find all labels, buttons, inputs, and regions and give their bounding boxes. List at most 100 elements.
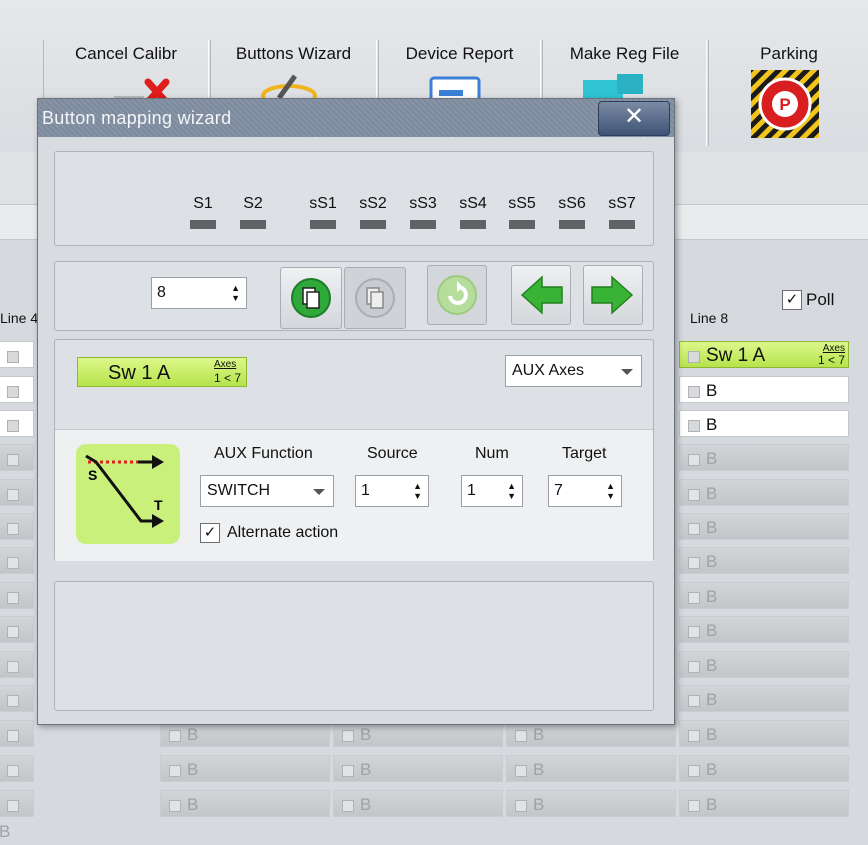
indicator-lamp xyxy=(609,220,635,229)
grid-cell[interactable]: B xyxy=(0,755,34,806)
indicator-label: sS4 xyxy=(459,195,487,212)
cell-indicator-icon xyxy=(688,419,700,432)
checkmark-icon: ✓ xyxy=(782,290,802,310)
grid-cell[interactable]: B xyxy=(679,755,849,782)
target-spinner[interactable]: 7 ▲ ▼ xyxy=(548,475,622,507)
spinner-arrows-icon[interactable]: ▲ ▼ xyxy=(231,283,240,303)
reset-button[interactable] xyxy=(427,265,487,325)
cell-label: B xyxy=(706,415,718,434)
source-header: Source xyxy=(367,445,418,462)
grid-cell[interactable]: B xyxy=(333,755,503,782)
clipboard-icon xyxy=(291,278,331,318)
cell-label: B xyxy=(706,484,718,503)
cell-label: B xyxy=(706,381,718,400)
grid-cell[interactable]: B xyxy=(0,513,34,564)
cell-indicator-icon xyxy=(342,729,354,742)
paste-button[interactable] xyxy=(280,267,342,329)
grid-cell[interactable]: B xyxy=(0,376,34,427)
cell-indicator-icon xyxy=(688,350,700,363)
previous-button[interactable] xyxy=(511,265,571,325)
chevron-down-icon xyxy=(621,369,633,375)
poll-checkbox[interactable]: ✓ Poll xyxy=(782,290,834,310)
indicator-lamp xyxy=(460,220,486,229)
dialog-titlebar[interactable]: Button mapping wizard ✕ xyxy=(38,99,674,137)
cell-label: B xyxy=(360,725,372,744)
grid-cell[interactable]: B xyxy=(679,582,849,609)
indicator-label: S2 xyxy=(243,195,263,212)
indicator-lamp xyxy=(190,220,216,229)
grid-cell[interactable]: B xyxy=(0,341,34,392)
cell-label: B xyxy=(360,760,372,779)
grid-cell[interactable]: B xyxy=(0,790,34,841)
grid-cell[interactable]: B xyxy=(679,651,849,678)
button-number-spinner[interactable]: 8 ▲ ▼ xyxy=(151,277,247,309)
alternate-action-label: Alternate action xyxy=(227,524,339,541)
spinner-arrows-icon[interactable]: ▲ ▼ xyxy=(507,481,516,501)
grid-cell[interactable]: B xyxy=(0,410,34,461)
cell-label: B xyxy=(533,760,545,779)
parking-button[interactable]: Parking P xyxy=(708,40,868,146)
line4-label: Line 4 xyxy=(0,310,39,326)
target-header: Target xyxy=(562,445,607,462)
grid-cell[interactable]: B xyxy=(0,479,34,530)
arrow-right-icon xyxy=(591,275,634,315)
mode-select[interactable]: AUX Axes xyxy=(505,355,642,387)
selected-button-chip[interactable]: Sw 1 A Axes 1 < 7 xyxy=(77,357,247,387)
device-report-label: Device Report xyxy=(405,44,514,63)
grid-cell[interactable]: B xyxy=(679,547,849,574)
grid-cell[interactable]: B xyxy=(0,651,34,702)
grid-cell[interactable]: B xyxy=(333,790,503,817)
line8-active-cell-tag-bottom: 1 < 7 xyxy=(817,353,845,367)
cell-label: B xyxy=(706,656,718,675)
cell-indicator-icon xyxy=(7,799,19,812)
grid-cell[interactable]: B xyxy=(160,790,330,817)
indicator-label: sS5 xyxy=(508,195,536,212)
next-button[interactable] xyxy=(583,265,643,325)
num-spinner[interactable]: 1 ▲ ▼ xyxy=(461,475,523,507)
indicator-label: sS1 xyxy=(309,195,337,212)
grid-cell[interactable]: B xyxy=(0,720,34,771)
cell-label: B xyxy=(706,690,718,709)
grid-cell[interactable]: B xyxy=(679,479,849,506)
line8-active-cell[interactable]: Sw 1 A Axes 1 < 7 xyxy=(679,341,849,368)
grid-cell[interactable]: B xyxy=(506,755,676,782)
selected-button-tag-bottom: 1 < 7 xyxy=(214,371,242,385)
cell-indicator-icon xyxy=(688,694,700,707)
grid-cell[interactable]: B xyxy=(0,616,34,667)
grid-cell[interactable]: B xyxy=(679,444,849,471)
cell-indicator-icon xyxy=(688,799,700,812)
indicator-lamp xyxy=(240,220,266,229)
cell-label: B xyxy=(706,449,718,468)
close-button[interactable]: ✕ xyxy=(598,101,670,136)
cell-indicator-icon xyxy=(169,764,181,777)
grid-cell[interactable]: B xyxy=(679,376,849,403)
grid-cell[interactable]: B xyxy=(679,720,849,747)
grid-cell[interactable]: B xyxy=(679,685,849,712)
grid-cell[interactable]: B xyxy=(679,790,849,817)
cell-indicator-icon xyxy=(688,591,700,604)
grid-cell[interactable]: B xyxy=(679,616,849,643)
grid-cell[interactable]: B xyxy=(0,444,34,495)
source-spinner[interactable]: 1 ▲ ▼ xyxy=(355,475,429,507)
grid-cell[interactable]: B xyxy=(506,790,676,817)
cell-indicator-icon xyxy=(7,522,19,535)
spinner-arrows-icon[interactable]: ▲ ▼ xyxy=(413,481,422,501)
cell-indicator-icon xyxy=(342,799,354,812)
grid-cell[interactable]: B xyxy=(0,547,34,598)
grid-cell[interactable]: B xyxy=(0,685,34,736)
cell-indicator-icon xyxy=(7,419,19,432)
cell-indicator-icon xyxy=(7,764,19,777)
copy-button[interactable] xyxy=(344,267,406,329)
grid-cell[interactable]: B xyxy=(679,513,849,540)
cell-indicator-icon xyxy=(7,694,19,707)
cell-label: B xyxy=(706,795,718,814)
spinner-arrows-icon[interactable]: ▲ ▼ xyxy=(606,481,615,501)
close-icon: ✕ xyxy=(623,103,645,130)
make-reg-file-label: Make Reg File xyxy=(569,44,680,63)
alternate-action-checkbox[interactable]: ✓ Alternate action xyxy=(200,523,338,543)
grid-cell[interactable]: B xyxy=(0,582,34,633)
grid-cell[interactable]: B xyxy=(160,755,330,782)
selected-button-tag-top: Axes xyxy=(214,359,237,370)
grid-cell[interactable]: B xyxy=(679,410,849,437)
aux-function-select[interactable]: SWITCH xyxy=(200,475,334,507)
